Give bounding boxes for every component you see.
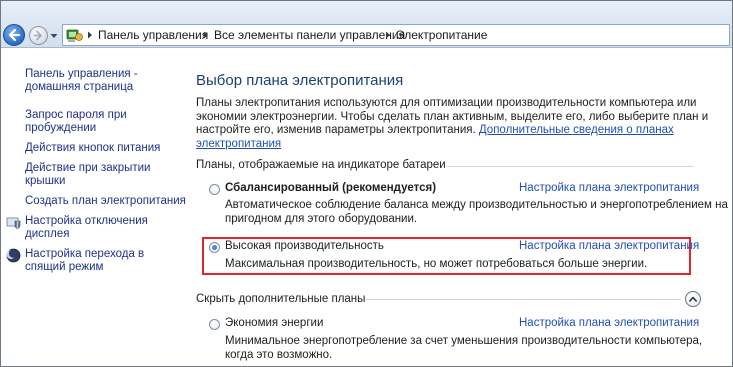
plan-power-saver-radio[interactable] [209, 319, 220, 330]
more-info-link[interactable]: электропитания [196, 138, 281, 150]
intro-line: настройте его, изменив параметры электро… [196, 124, 696, 138]
breadcrumb-all-items[interactable]: Все элементы панели управления [214, 28, 405, 42]
plan-description-line: Автоматическое соблюдение баланса между … [225, 199, 728, 211]
section-divider [447, 166, 694, 167]
sidebar-item-label: дисплея [25, 228, 70, 240]
chevron-right-icon[interactable] [385, 31, 391, 39]
sidebar-item-password-on-wake[interactable]: Запрос пароля при пробуждении [25, 109, 127, 135]
chevron-up-icon [689, 296, 697, 302]
chevron-down-icon[interactable] [50, 32, 58, 40]
chevron-right-icon[interactable] [203, 31, 209, 39]
intro-line: электропитания [196, 138, 696, 152]
plan-high-performance-radio[interactable] [209, 242, 220, 253]
sidebar-item-label: Действия кнопок питания [25, 142, 161, 154]
plan-description-line: Максимальная производительность, но може… [225, 258, 648, 270]
forward-arrow-icon [33, 30, 42, 41]
back-button[interactable] [3, 24, 25, 46]
section-divider [365, 299, 681, 300]
sidebar-item-create-plan[interactable]: Создать план электропитания [25, 195, 186, 208]
sidebar-item-power-buttons[interactable]: Действия кнопок питания [25, 142, 160, 155]
plan-power-saver-name[interactable]: Экономия энергии [225, 317, 323, 330]
intro-text: Планы электропитания используются для оп… [196, 97, 709, 152]
plan-power-saver-description: Минимальное энергопотребление за счет ум… [225, 334, 702, 362]
plan-balanced-description: Автоматическое соблюдение баланса между … [225, 198, 728, 226]
moon-icon [6, 248, 21, 263]
plan-description-line: когда это возможно. [225, 349, 333, 361]
plan-description-line: Минимальное энергопотребление за счет ум… [225, 335, 703, 347]
sidebar-item-lid-close[interactable]: Действие при закрытии крышки [25, 162, 150, 188]
sidebar-item-label: спящий режим [25, 261, 104, 273]
breadcrumb-power-options[interactable]: Электропитание [396, 28, 487, 42]
sidebar-item-label: Действие при закрытии [25, 162, 151, 174]
address-field[interactable]: Панель управления Все элементы панели уп… [62, 24, 730, 46]
collapse-hidden-plans-button[interactable] [685, 291, 701, 307]
plan-description-line: пригодном для этого оборудовании. [225, 213, 418, 225]
sidebar-item-label: Создать план электропитания [25, 195, 186, 207]
sidebar-item-label: домашняя страница [25, 81, 134, 93]
sidebar-item-label: Настройка перехода в [25, 248, 145, 260]
sidebar-item-label: Запрос пароля при [25, 109, 127, 121]
sidebar-item-sleep[interactable]: Настройка перехода в спящий режим [25, 248, 144, 274]
page-title: Выбор плана электропитания [196, 72, 404, 89]
intro-line: Планы электропитания используются для оп… [196, 97, 697, 109]
more-info-link[interactable]: Дополнительные сведения о планах [479, 124, 674, 136]
plan-power-saver-settings-link[interactable]: Настройка плана электропитания [519, 317, 699, 330]
sidebar-item-label: Настройка отключения [25, 215, 148, 227]
plan-high-performance-description: Максимальная производительность, но може… [225, 257, 647, 271]
hidden-plans-heading[interactable]: Скрыть дополнительные планы [196, 293, 365, 306]
chevron-right-icon[interactable] [87, 31, 93, 39]
plan-high-performance-settings-link[interactable]: Настройка плана электропитания [519, 240, 699, 253]
battery-plans-heading: Планы, отображаемые на индикаторе батаре… [196, 159, 446, 171]
intro-line: экономии электроэнергии. Чтобы сделать п… [196, 110, 709, 123]
plan-high-performance-name[interactable]: Высокая производительность [225, 240, 384, 253]
sidebar-item-label: пробуждении [25, 122, 97, 134]
control-panel-icon [66, 29, 83, 42]
address-bar: Панель управления Все элементы панели уп… [1, 1, 732, 48]
intro-line-text: настройте его, изменив параметры электро… [196, 124, 479, 136]
main-content: Выбор плана электропитания Планы электро… [179, 48, 732, 366]
plan-balanced-radio[interactable] [209, 184, 220, 195]
sidebar: Панель управления - домашняя страница За… [1, 48, 186, 366]
plan-balanced-name[interactable]: Сбалансированный (рекомендуется) [225, 182, 436, 195]
plan-balanced-settings-link[interactable]: Настройка плана электропитания [519, 182, 699, 195]
sidebar-item-label: крышки [25, 175, 66, 187]
breadcrumb-control-panel[interactable]: Панель управления [98, 28, 208, 42]
back-arrow-icon [8, 28, 21, 42]
forward-button[interactable] [29, 26, 48, 45]
control-panel-window: Панель управления Все элементы панели уп… [0, 0, 733, 367]
sidebar-item-display-off[interactable]: Настройка отключения дисплея [25, 215, 148, 241]
sidebar-item-control-panel-home[interactable]: Панель управления - домашняя страница [25, 68, 138, 94]
shield-icon [6, 217, 21, 230]
sidebar-item-label: Панель управления - [25, 68, 138, 80]
